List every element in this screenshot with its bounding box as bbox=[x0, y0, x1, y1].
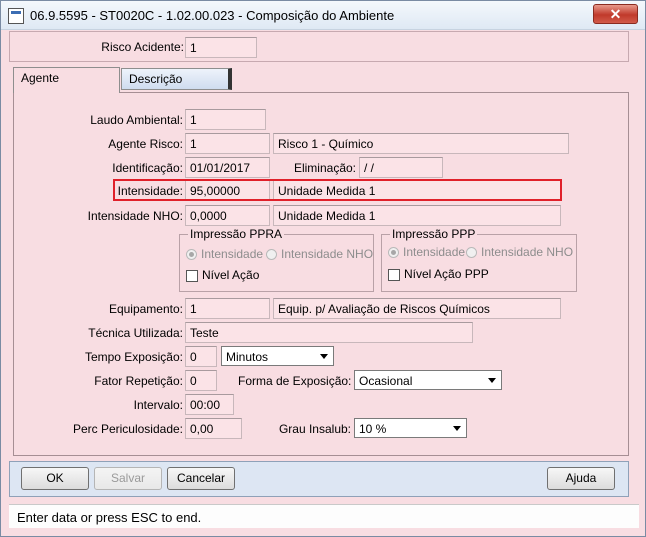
agente-risco-label: Agente Risco: bbox=[108, 137, 183, 151]
ppra-nivel-acao-checkbox[interactable] bbox=[186, 270, 198, 282]
forma-exposicao-value: Ocasional bbox=[359, 374, 413, 388]
intensidade-nho-unit: Unidade Medida 1 bbox=[273, 205, 561, 226]
fator-repeticao-field[interactable]: 0 bbox=[185, 370, 217, 391]
ppra-intensidade-label: Intensidade bbox=[201, 247, 264, 261]
button-bar: OK Salvar Cancelar Ajuda bbox=[9, 461, 629, 497]
fator-repeticao-label: Fator Repetição: bbox=[94, 374, 183, 388]
chevron-down-icon bbox=[453, 426, 461, 431]
forma-exposicao-label: Forma de Exposição: bbox=[238, 374, 352, 388]
cancelar-button[interactable]: Cancelar bbox=[167, 467, 235, 490]
chevron-down-icon bbox=[488, 378, 496, 383]
intensidade-nho-label: Intensidade NHO: bbox=[87, 209, 183, 223]
ok-button[interactable]: OK bbox=[21, 467, 89, 490]
client-area: Risco Acidente: 1 Agente Descrição Laudo… bbox=[8, 31, 640, 531]
grau-insalub-select[interactable]: 10 % bbox=[354, 418, 467, 438]
ppra-nivel-acao-label: Nível Ação bbox=[202, 268, 260, 282]
risco-acidente-label: Risco Acidente: bbox=[101, 40, 184, 54]
laudo-label: Laudo Ambiental: bbox=[90, 113, 183, 127]
impressao-ppp-title: Impressão PPP bbox=[390, 227, 478, 241]
risco-acidente-field[interactable]: 1 bbox=[185, 37, 257, 58]
agente-risco-field[interactable]: 1 bbox=[185, 133, 270, 154]
ppra-intensidade-nho-label: Intensidade NHO bbox=[281, 247, 374, 261]
tempo-exposicao-field[interactable]: 0 bbox=[185, 346, 217, 367]
title-bar: 06.9.5595 - ST0020C - 1.02.00.023 - Comp… bbox=[1, 1, 645, 30]
tempo-unit-value: Minutos bbox=[226, 350, 269, 364]
ajuda-button[interactable]: Ajuda bbox=[547, 467, 615, 490]
ppp-intensidade-nho-label: Intensidade NHO bbox=[481, 245, 574, 259]
equipamento-label: Equipamento: bbox=[108, 302, 183, 316]
tab-agente[interactable]: Agente bbox=[13, 67, 120, 93]
equipamento-description: Equip. p/ Avaliação de Riscos Químicos bbox=[273, 298, 561, 319]
grau-insalub-label: Grau Insalub: bbox=[278, 422, 351, 436]
tempo-unit-select[interactable]: Minutos bbox=[221, 346, 334, 366]
impressao-ppp-group: Impressão PPP Intensidade Intensidade NH… bbox=[381, 227, 577, 292]
perc-periculosidade-field[interactable]: 0,00 bbox=[185, 418, 242, 439]
laudo-field[interactable]: 1 bbox=[185, 109, 266, 130]
chevron-down-icon bbox=[320, 354, 328, 359]
tab-descricao[interactable]: Descrição bbox=[121, 68, 232, 90]
app-icon bbox=[8, 8, 24, 24]
header-panel: Risco Acidente: 1 bbox=[9, 31, 629, 62]
identificacao-field[interactable]: 01/01/2017 bbox=[185, 157, 270, 178]
tecnica-label: Técnica Utilizada: bbox=[88, 326, 183, 340]
intervalo-label: Intervalo: bbox=[133, 398, 183, 412]
eliminacao-label: Eliminação: bbox=[293, 161, 356, 175]
ppp-nivel-acao-label: Nível Ação PPP bbox=[404, 267, 489, 281]
main-window: 06.9.5595 - ST0020C - 1.02.00.023 - Comp… bbox=[0, 0, 646, 537]
intervalo-field[interactable]: 00:00 bbox=[185, 394, 234, 415]
impressao-ppra-group: Impressão PPRA Intensidade Intensidade N… bbox=[179, 227, 374, 292]
ppp-intensidade-radio[interactable] bbox=[388, 247, 399, 258]
perc-periculosidade-label: Perc Periculosidade: bbox=[72, 422, 183, 436]
ppra-intensidade-radio[interactable] bbox=[186, 249, 197, 260]
highlight-box bbox=[113, 179, 562, 201]
tecnica-field[interactable]: Teste bbox=[185, 322, 473, 343]
grau-insalub-value: 10 % bbox=[359, 422, 387, 436]
tempo-exposicao-label: Tempo Exposição: bbox=[84, 350, 183, 364]
window-title: 06.9.5595 - ST0020C - 1.02.00.023 - Comp… bbox=[30, 8, 395, 23]
ppp-intensidade-label: Intensidade bbox=[403, 245, 466, 259]
salvar-button[interactable]: Salvar bbox=[94, 467, 162, 490]
intensidade-nho-field[interactable]: 0,0000 bbox=[185, 205, 270, 226]
status-bar: Enter data or press ESC to end. bbox=[9, 504, 639, 528]
equipamento-field[interactable]: 1 bbox=[185, 298, 270, 319]
forma-exposicao-select[interactable]: Ocasional bbox=[354, 370, 502, 390]
identificacao-label: Identificação: bbox=[112, 161, 183, 175]
impressao-ppra-title: Impressão PPRA bbox=[188, 227, 285, 241]
eliminacao-field[interactable]: / / bbox=[359, 157, 443, 178]
close-button[interactable]: ✕ bbox=[593, 4, 638, 24]
agente-risco-description: Risco 1 - Químico bbox=[273, 133, 569, 154]
ppp-nivel-acao-checkbox[interactable] bbox=[388, 269, 400, 281]
ppra-intensidade-nho-radio[interactable] bbox=[266, 249, 277, 260]
ppp-intensidade-nho-radio[interactable] bbox=[466, 247, 477, 258]
